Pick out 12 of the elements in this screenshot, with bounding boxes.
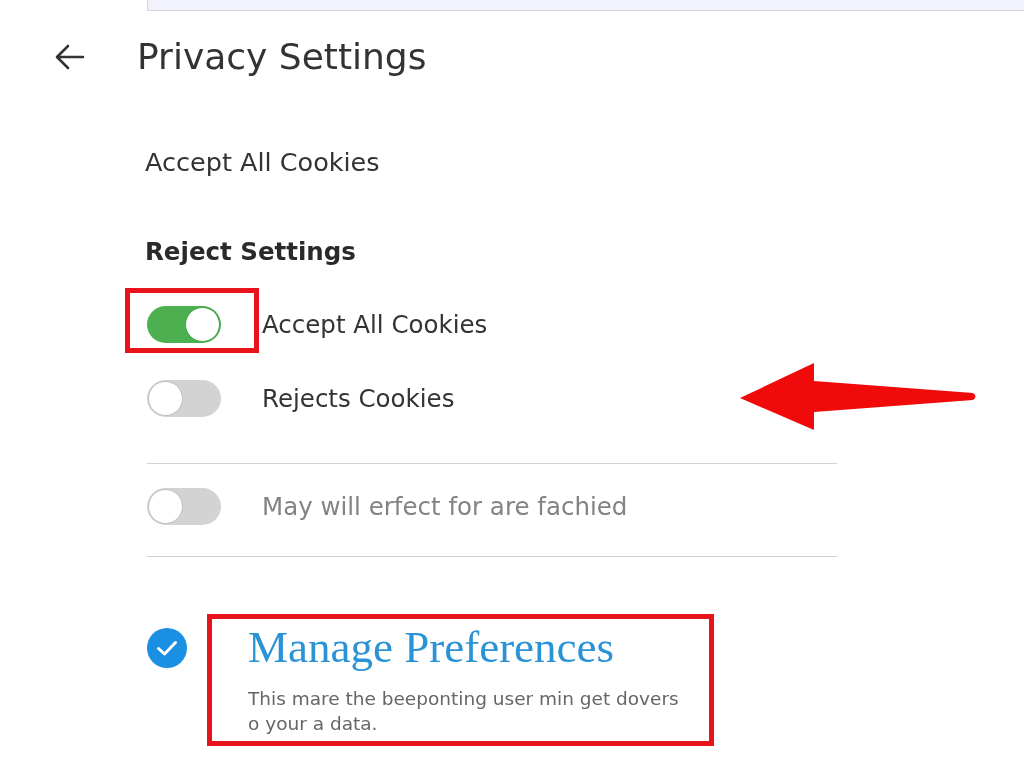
toggle-label: Accept All Cookies [262, 309, 488, 339]
toggle-switch[interactable] [147, 305, 221, 343]
preferences-description: This mare the beeponting user min get dovers o your a data. [248, 687, 680, 736]
toggle-label: Rejects Cookies [262, 383, 455, 413]
toggle-label: May will erfect for are fachied [262, 491, 628, 521]
back-arrow-icon [55, 44, 85, 70]
page-title: Privacy Settings [137, 35, 427, 79]
option-item[interactable]: Accept All Cookies [145, 147, 380, 177]
back-button[interactable] [55, 44, 85, 70]
section-heading: Reject Settings [145, 237, 356, 267]
toggle-switch[interactable] [147, 379, 221, 417]
check-circle-icon[interactable] [147, 628, 187, 668]
